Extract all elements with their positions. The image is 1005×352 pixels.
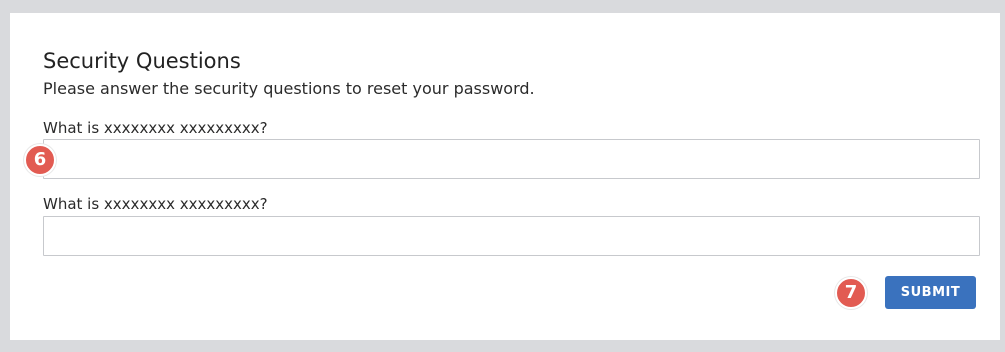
page-subtitle: Please answer the security questions to … — [43, 79, 535, 98]
step-6-badge: 6 — [24, 144, 56, 176]
question-2-label: What is xxxxxxxx xxxxxxxxx? — [43, 195, 268, 213]
answer-2-input[interactable] — [43, 216, 980, 256]
step-7-badge: 7 — [835, 277, 867, 309]
question-1-label: What is xxxxxxxx xxxxxxxxx? — [43, 119, 268, 137]
security-questions-card: Security Questions Please answer the sec… — [10, 13, 1000, 340]
submit-button[interactable]: SUBMIT — [885, 276, 976, 309]
page-title: Security Questions — [43, 49, 241, 73]
answer-1-input[interactable] — [43, 139, 980, 179]
